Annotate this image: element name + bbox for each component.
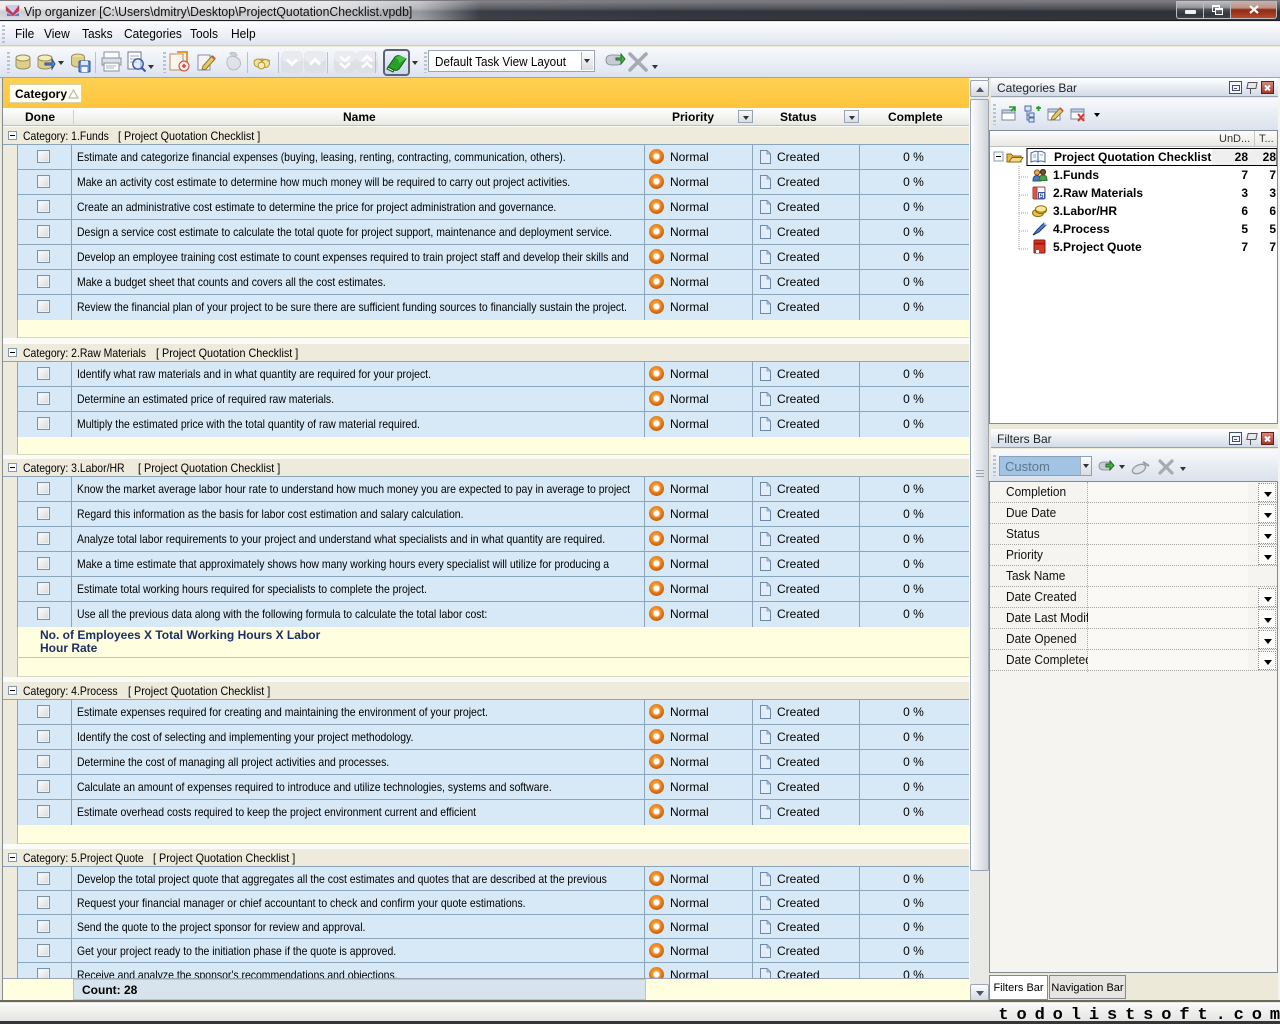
- svg-text:5: 5: [1040, 193, 1044, 200]
